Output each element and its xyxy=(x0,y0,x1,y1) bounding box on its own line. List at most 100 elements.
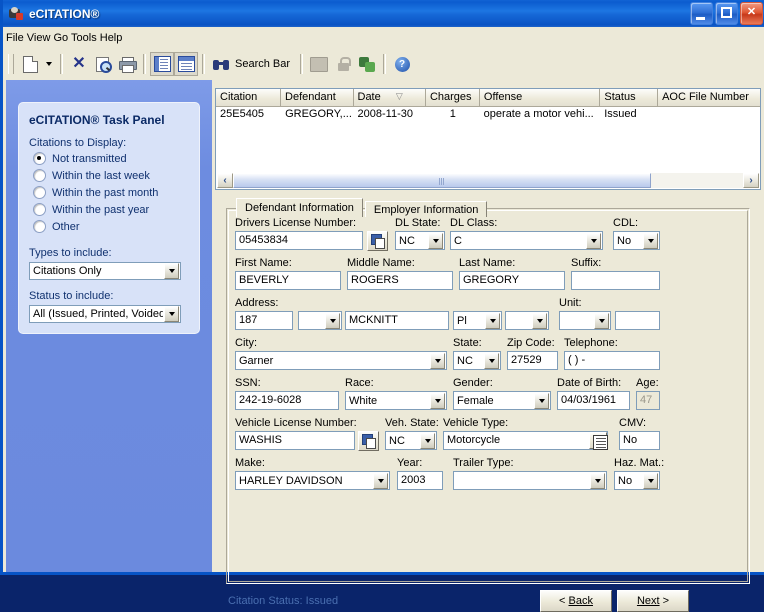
state-dropdown-button[interactable] xyxy=(484,352,499,369)
drivers-license-number-input[interactable]: 05453834 xyxy=(235,231,363,250)
first-name-input[interactable]: BEVERLY xyxy=(235,271,341,290)
race-select[interactable]: White xyxy=(345,391,447,410)
maximize-button[interactable] xyxy=(715,2,738,25)
haz-mat-dropdown-button[interactable] xyxy=(643,472,658,489)
help-button[interactable]: ? xyxy=(390,52,414,76)
suffix-input[interactable] xyxy=(571,271,660,290)
next-button[interactable]: Next > xyxy=(617,590,689,612)
lock-button[interactable] xyxy=(331,52,355,76)
types-to-include-select[interactable]: Citations Only xyxy=(29,262,181,280)
radio-icon-past-year xyxy=(33,203,46,216)
tab-defendant-information[interactable]: Defendant Information xyxy=(236,198,363,217)
cmv-value[interactable]: No xyxy=(619,431,660,450)
address-postdirection-select[interactable] xyxy=(505,311,549,330)
scroll-right-button[interactable]: › xyxy=(743,173,759,188)
grid-header-defendant[interactable]: Defendant xyxy=(281,89,354,106)
address-street-type-select[interactable]: Pl xyxy=(453,311,502,330)
radio-not-transmitted[interactable]: Not transmitted xyxy=(33,152,199,165)
vehicle-lookup-button[interactable] xyxy=(358,431,379,451)
grid-header-citation[interactable]: Citation xyxy=(216,89,282,106)
date-of-birth-input[interactable]: 04/03/1961 xyxy=(557,391,630,410)
unit-number-input[interactable] xyxy=(615,311,660,330)
grid-header-date[interactable]: Date ▽ xyxy=(353,89,426,106)
label-age: Age: xyxy=(636,377,659,389)
radio-past-month[interactable]: Within the past month xyxy=(33,186,199,199)
dl-class-select[interactable]: C xyxy=(450,231,603,250)
print-button[interactable] xyxy=(115,52,139,76)
grid-view-button[interactable] xyxy=(150,52,174,76)
delete-button[interactable]: ✕ xyxy=(67,52,91,76)
trailer-type-dropdown-button[interactable] xyxy=(590,472,605,489)
address-street-input[interactable]: MCKNITT xyxy=(345,311,449,330)
close-button[interactable]: ✕ xyxy=(740,2,763,25)
scrollbar-track[interactable] xyxy=(233,173,743,188)
ssn-input[interactable]: 242-19-6028 xyxy=(235,391,339,410)
dl-state-dropdown-button[interactable] xyxy=(428,232,443,249)
new-document-dropdown[interactable] xyxy=(42,52,56,76)
radio-past-year[interactable]: Within the past year xyxy=(33,203,199,216)
make-dropdown-button[interactable] xyxy=(373,472,388,489)
label-suffix: Suffix: xyxy=(571,257,602,269)
back-button[interactable]: < Back xyxy=(540,590,612,612)
scrollbar-thumb[interactable] xyxy=(233,173,652,188)
app-icon xyxy=(8,6,24,22)
city-select[interactable]: Garner xyxy=(235,351,447,370)
zip-code-input[interactable]: 27529 xyxy=(507,351,558,370)
state-select[interactable]: NC xyxy=(453,351,501,370)
unit-type-select[interactable] xyxy=(559,311,611,330)
vehicle-type-input[interactable]: Motorcycle xyxy=(443,431,608,450)
address-predirection-select[interactable] xyxy=(298,311,342,330)
print-preview-button[interactable] xyxy=(91,52,115,76)
gender-select[interactable]: Female xyxy=(453,391,551,410)
unit-type-dropdown-button[interactable] xyxy=(594,312,609,329)
search-bar-label[interactable]: Search Bar xyxy=(233,58,296,70)
vehicle-type-picker-button[interactable] xyxy=(589,432,608,450)
trailer-type-select[interactable] xyxy=(453,471,607,490)
grid-header-status[interactable]: Status xyxy=(600,89,659,106)
address-postdirection-dropdown-button[interactable] xyxy=(532,312,547,329)
search-bar-button[interactable] xyxy=(209,52,233,76)
make-select[interactable]: HARLEY DAVIDSON xyxy=(235,471,390,490)
haz-mat-select[interactable]: No xyxy=(614,471,660,490)
address-street-type-dropdown-button[interactable] xyxy=(485,312,500,329)
cdl-dropdown-button[interactable] xyxy=(643,232,658,249)
veh-state-dropdown-button[interactable] xyxy=(420,432,435,449)
radio-last-week[interactable]: Within the last week xyxy=(33,169,199,182)
table-row[interactable]: 25E5405 GREGORY,... 2008-11-30 1 operate… xyxy=(216,107,760,122)
address-predirection-dropdown-button[interactable] xyxy=(325,312,340,329)
label-state: State: xyxy=(453,337,482,349)
status-dropdown-button[interactable] xyxy=(164,306,179,322)
race-dropdown-button[interactable] xyxy=(430,392,445,409)
last-name-input[interactable]: GREGORY xyxy=(459,271,565,290)
dl-class-dropdown-button[interactable] xyxy=(586,232,601,249)
year-input[interactable]: 2003 xyxy=(397,471,443,490)
telephone-input[interactable]: ( ) - xyxy=(564,351,660,370)
list-view-button[interactable] xyxy=(174,52,198,76)
middle-name-input[interactable]: ROGERS xyxy=(347,271,453,290)
import-button[interactable] xyxy=(307,52,331,76)
scroll-left-button[interactable]: ‹ xyxy=(217,173,233,188)
label-cmv: CMV: xyxy=(619,417,647,429)
address-number-input[interactable]: 187 xyxy=(235,311,293,330)
toolbar-grip[interactable] xyxy=(8,54,14,74)
grid-horizontal-scrollbar[interactable]: ‹ › xyxy=(217,173,759,188)
grid-header-offense[interactable]: Offense xyxy=(479,89,601,106)
vehicle-license-number-input[interactable]: WASHIS xyxy=(235,431,355,450)
transmit-button[interactable] xyxy=(355,52,379,76)
tab-employer-information[interactable]: Employer Information xyxy=(364,201,488,217)
minimize-button[interactable] xyxy=(690,2,713,25)
grid-header-charges[interactable]: Charges xyxy=(425,89,480,106)
radio-other[interactable]: Other xyxy=(33,220,199,233)
cdl-select[interactable]: No xyxy=(613,231,660,250)
gender-dropdown-button[interactable] xyxy=(534,392,549,409)
transmit-refresh-icon xyxy=(359,56,376,72)
types-to-include-label: Types to include: xyxy=(29,247,112,259)
dl-lookup-button[interactable] xyxy=(367,231,388,251)
city-dropdown-button[interactable] xyxy=(430,352,445,369)
grid-header-aoc-file-number[interactable]: AOC File Number xyxy=(658,89,760,106)
status-to-include-select[interactable]: All (Issued, Printed, Voided) xyxy=(29,305,181,323)
new-document-button[interactable] xyxy=(18,52,42,76)
dl-state-select[interactable]: NC xyxy=(395,231,445,250)
types-dropdown-button[interactable] xyxy=(164,263,179,279)
veh-state-select[interactable]: NC xyxy=(385,431,437,450)
